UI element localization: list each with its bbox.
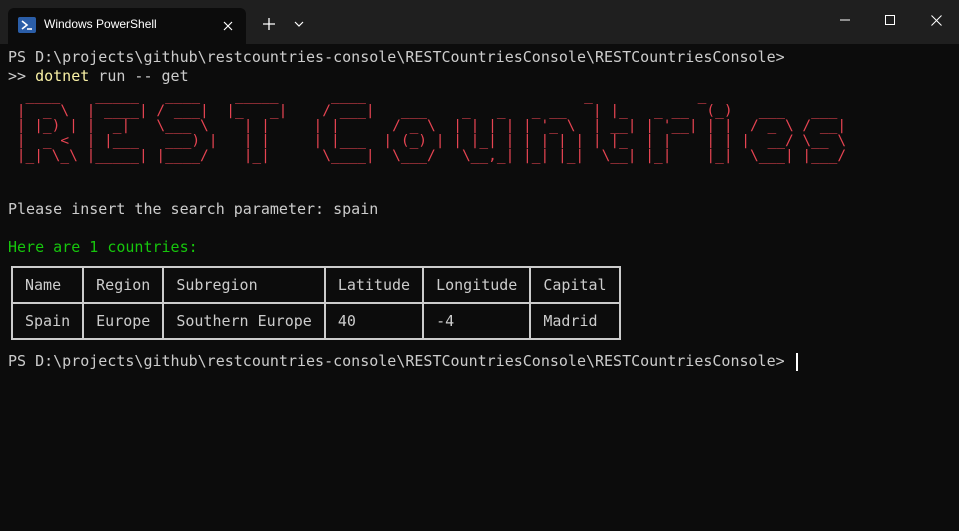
title-bar: Windows PowerShell [0,0,959,44]
prompt-line-current: PS D:\projects\github\restcountries-cons… [8,352,798,371]
text-cursor [795,352,798,371]
column-header: Region [82,266,165,304]
close-icon [930,14,942,26]
column-header: Capital [529,266,621,304]
result-header: Here are 1 countries: [8,238,198,256]
minimize-button[interactable] [822,0,868,40]
command-arguments: run -- get [89,67,189,85]
result-table: Name Region Subregion Latitude Longitude… [10,266,621,340]
table-header-row: Name Region Subregion Latitude Longitude… [10,266,621,304]
close-icon [223,21,233,31]
table-cell: Southern Europe [162,302,326,340]
command-executable: dotnet [35,67,90,85]
maximize-icon [885,15,895,25]
minimize-icon [840,19,850,21]
ascii-banner: ____ _____ ____ _____ ____ _ _ | _ \ | _… [8,88,847,164]
tab-dropdown-button[interactable] [288,12,310,36]
chevron-down-icon [294,21,304,27]
new-tab-button[interactable] [256,12,282,36]
continuation-prefix: >> [8,67,36,85]
table-cell: Madrid [529,302,621,340]
powershell-icon [18,17,36,33]
table-row: Spain Europe Southern Europe 40 -4 Madri… [10,302,621,340]
close-window-button[interactable] [913,0,959,40]
table-cell: Europe [82,302,165,340]
column-header: Latitude [323,266,425,304]
search-prompt: Please insert the search parameter: spai… [8,200,379,218]
tab-title: Windows PowerShell [44,17,157,31]
prompt-text: PS D:\projects\github\restcountries-cons… [8,352,794,370]
maximize-button[interactable] [867,0,913,40]
table-cell: Spain [10,302,85,340]
command-line: >> dotnet run -- get [8,67,189,86]
plus-icon [263,18,275,30]
prompt-line: PS D:\projects\github\restcountries-cons… [8,48,785,66]
close-tab-button[interactable] [218,16,238,36]
table-cell: -4 [422,302,532,340]
terminal-output[interactable]: PS D:\projects\github\restcountries-cons… [8,48,953,528]
column-header: Subregion [162,266,326,304]
tab-windows-powershell[interactable]: Windows PowerShell [8,8,246,44]
column-header: Longitude [422,266,532,304]
column-header: Name [10,266,85,304]
table-cell: 40 [323,302,425,340]
